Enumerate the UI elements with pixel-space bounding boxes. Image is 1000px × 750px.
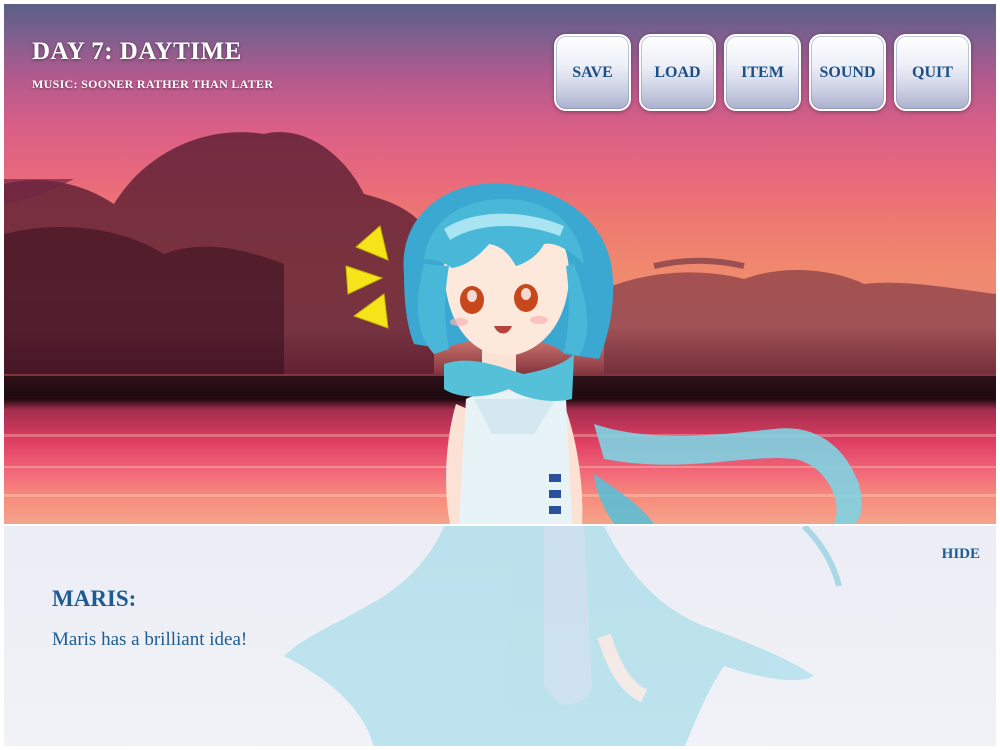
chapter-title: DAY 7: DAYTIME <box>32 38 242 65</box>
dialogue-box[interactable]: HIDE MARIS: Maris has a brilliant idea! <box>4 524 996 746</box>
menu-bar: SAVE LOAD ITEM SOUND QUIT <box>554 34 971 111</box>
dialogue-text: Maris has a brilliant idea! <box>52 629 248 650</box>
quit-button[interactable]: QUIT <box>894 34 971 111</box>
sound-button[interactable]: SOUND <box>809 34 886 111</box>
music-label: MUSIC: SOONER RATHER THAN LATER <box>32 77 274 91</box>
speaker-name: MARIS: <box>52 586 137 611</box>
save-button[interactable]: SAVE <box>554 34 631 111</box>
item-button[interactable]: ITEM <box>724 34 801 111</box>
game-frame: DAY 7: DAYTIME MUSIC: SOONER RATHER THAN… <box>4 4 996 746</box>
hide-button[interactable]: HIDE <box>942 546 980 563</box>
load-button[interactable]: LOAD <box>639 34 716 111</box>
